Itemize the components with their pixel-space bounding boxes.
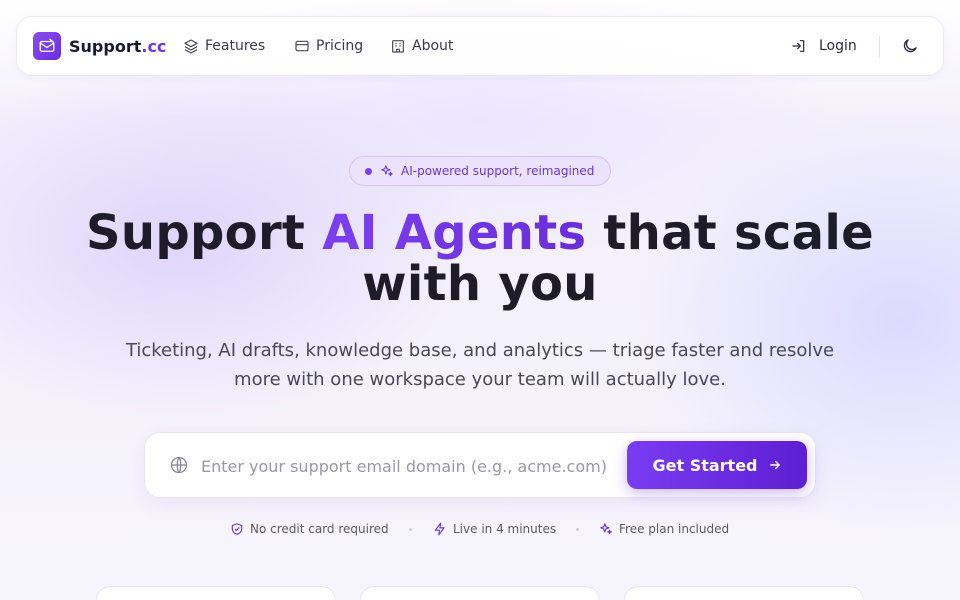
layers-icon [184,39,198,54]
moon-icon [903,39,917,53]
sparkles-icon [600,523,612,535]
nav-link-label: Pricing [316,38,364,54]
signup-form: Get Started [144,432,816,498]
headline-accent: AI Agents [322,205,587,261]
email-domain-input[interactable] [201,451,609,481]
card-icon [295,40,309,52]
hero-headline: Support AI Agents that scale with you [86,205,874,312]
brand-logo[interactable]: Support.cc [33,32,166,60]
nav-link-label: Features [205,38,266,54]
sparkles-icon [381,165,393,177]
perk-separator [576,528,579,531]
feature-card [360,586,600,600]
arrow-right-icon [769,460,780,470]
nav-link-features[interactable]: Features [183,38,265,54]
top-navbar: Support.cc Features Pricing About Login [16,16,944,76]
login-label: Login [819,38,857,54]
cta-label: Get Started [652,455,758,475]
badge-dot [365,167,372,175]
nav-divider [879,36,880,58]
badge-label: AI-powered support, reimagined [401,164,595,178]
mailbox-icon [33,32,61,60]
perk-label: Free plan included [619,522,730,536]
hero-subtitle: Ticketing, AI drafts, knowledge base, an… [125,340,835,390]
login-button[interactable]: Login [791,38,857,54]
feature-card [96,586,336,600]
bolt-icon [434,522,445,536]
building-icon [392,40,404,53]
theme-toggle-button[interactable] [901,37,919,59]
perk-item: Live in 4 minutes [433,522,556,536]
perk-separator [409,528,412,531]
nav-link-pricing[interactable]: Pricing [294,38,363,54]
perk-label: Live in 4 minutes [453,522,557,536]
brand-name: Support.cc [69,36,167,56]
globe-icon [170,456,188,474]
perk-item: Free plan included [599,522,729,536]
perk-item: No credit card required [230,522,389,536]
feature-card [624,586,864,600]
hero-badge: AI-powered support, reimagined [349,156,611,186]
get-started-button[interactable]: Get Started [627,441,807,489]
login-icon [792,40,805,52]
nav-link-about[interactable]: About [390,38,453,54]
nav-link-label: About [412,38,454,54]
shield-check-icon [231,523,243,535]
perk-label: No credit card required [250,522,389,536]
